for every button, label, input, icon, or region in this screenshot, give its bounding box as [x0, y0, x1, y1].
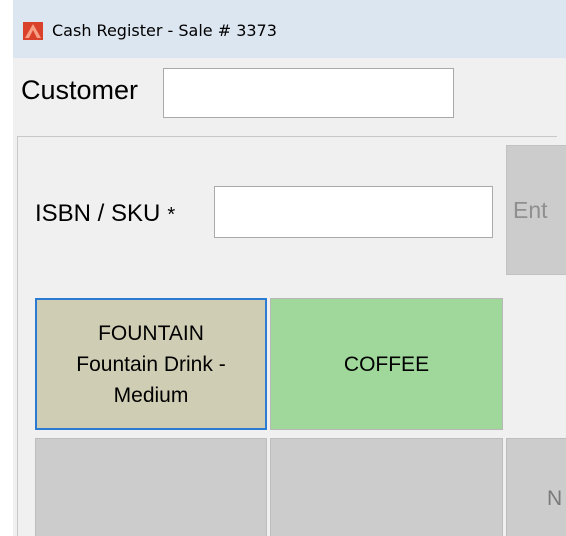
window-title: Cash Register - Sale # 3373 [52, 21, 277, 40]
customer-input[interactable] [163, 68, 454, 118]
product-button-coffee[interactable]: COFFEE [270, 298, 503, 430]
product-button-partial[interactable]: N [506, 438, 566, 536]
app-logo-icon [23, 22, 43, 40]
customer-label: Customer [21, 75, 139, 105]
product-code: FOUNTAIN [98, 321, 204, 345]
product-label: N [547, 486, 563, 510]
isbn-sku-label: ISBN / SKU * [35, 200, 175, 228]
required-marker: * [167, 204, 176, 226]
product-button-fountain[interactable]: FOUNTAIN Fountain Drink - Medium [35, 298, 267, 430]
product-button-empty[interactable] [35, 438, 267, 536]
enter-button[interactable]: Ent [506, 145, 566, 275]
product-name-line2: Medium [113, 383, 189, 407]
product-label: COFFEE [343, 352, 430, 376]
title-bar[interactable]: Cash Register - Sale # 3373 [13, 0, 566, 58]
isbn-sku-input[interactable] [214, 186, 493, 238]
isbn-sku-label-text: ISBN / SKU [35, 200, 161, 227]
product-button-fountain-text: FOUNTAIN Fountain Drink - Medium [76, 318, 225, 411]
screen: Cash Register - Sale # 3373 Customer ISB… [0, 0, 566, 536]
product-button-empty[interactable] [270, 438, 503, 536]
product-name-line1: Fountain Drink - [76, 352, 226, 376]
enter-button-label: Ent [513, 196, 548, 223]
